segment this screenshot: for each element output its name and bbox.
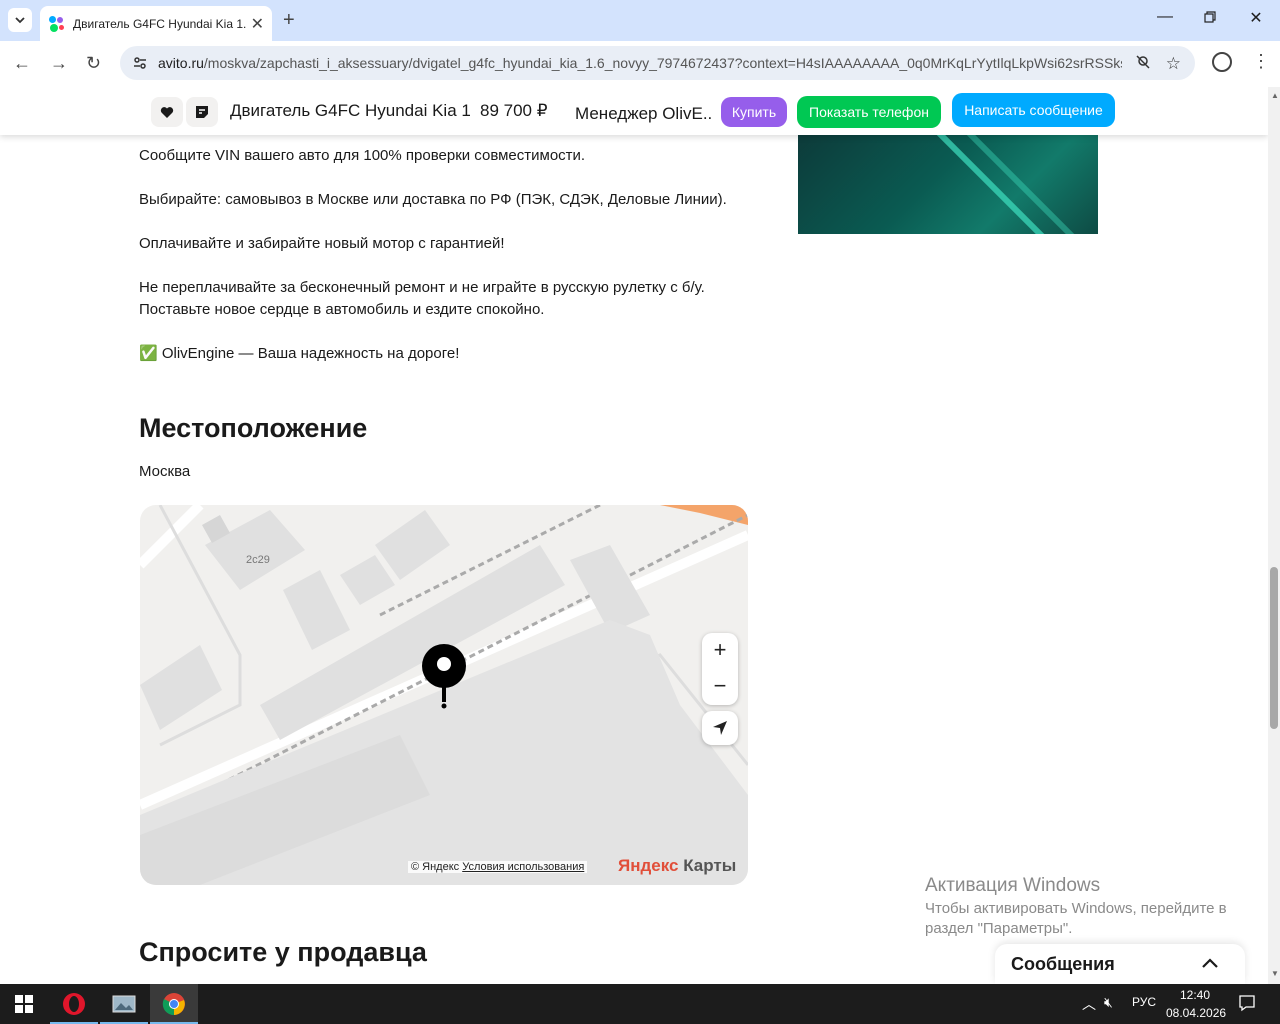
taskbar-chrome[interactable]	[150, 984, 198, 1024]
geolocate-button[interactable]	[702, 711, 738, 745]
favorite-button[interactable]	[151, 97, 183, 127]
tab-title: Двигатель G4FC Hyundai Kia 1.	[73, 16, 247, 31]
activation-title: Активация Windows	[925, 875, 1101, 896]
profile-icon[interactable]	[1212, 52, 1232, 72]
tracking-off-icon[interactable]	[1135, 54, 1151, 75]
browser-titlebar: Двигатель G4FC Hyundai Kia 1. ✕ + — ✕	[0, 0, 1280, 41]
description-line: ✅ OlivEngine — Ваша надежность на дороге…	[139, 345, 460, 362]
more-menu-icon[interactable]: ⋮	[1252, 51, 1270, 72]
browser-tab-active[interactable]: Двигатель G4FC Hyundai Kia 1. ✕	[40, 6, 272, 41]
location-heading: Местоположение	[139, 413, 368, 443]
note-button[interactable]	[186, 97, 218, 127]
description-line: Оплачивайте и забирайте новый мотор с га…	[139, 235, 505, 252]
zoom-controls: + −	[702, 633, 738, 705]
messages-widget[interactable]: Сообщения	[995, 944, 1245, 984]
zoom-in-button[interactable]: +	[714, 633, 727, 669]
tray-chevron-up-icon[interactable]: ︿	[1082, 994, 1096, 1014]
location-city: Москва	[139, 463, 191, 480]
scroll-thumb[interactable]	[1270, 567, 1278, 729]
browser-toolbar: ← → ↻ avito.ru/moskva/zapchasti_i_aksess…	[0, 41, 1280, 87]
navigation-arrow-icon	[713, 721, 727, 735]
taskbar-app[interactable]	[100, 984, 148, 1024]
ask-seller-heading: Спросите у продавца	[139, 937, 427, 967]
windows-taskbar: ︿ 🔇︎ РУС 12:40 08.04.2026	[0, 984, 1280, 1024]
activation-line: Чтобы активировать Windows, перейдите в	[925, 900, 1227, 917]
close-window-icon[interactable]: ✕	[1246, 8, 1266, 28]
sticky-header: Двигатель G4FC Hyundai Kia 1... 89 700 ₽…	[0, 87, 1268, 135]
taskbar-opera[interactable]	[50, 984, 98, 1024]
volume-muted-icon[interactable]: 🔇︎	[1104, 994, 1113, 1011]
buy-button[interactable]: Купить	[721, 97, 787, 127]
ad-banner[interactable]	[798, 135, 1098, 234]
sticky-title[interactable]: Двигатель G4FC Hyundai Kia 1...	[230, 101, 470, 121]
tab-close-icon[interactable]: ✕	[251, 14, 264, 34]
map-building-label: 2с29	[246, 554, 270, 566]
url-text[interactable]: avito.ru/moskva/zapchasti_i_aksessuary/d…	[158, 55, 1122, 71]
clock-time[interactable]: 12:40	[1180, 988, 1210, 1002]
description-line: Сообщите VIN вашего авто для 100% провер…	[139, 147, 586, 164]
note-icon	[196, 106, 208, 118]
description-line: Выбирайте: самовывоз в Москве или достав…	[139, 191, 727, 208]
scroll-down-icon[interactable]: ▼	[1271, 969, 1279, 978]
sticky-seller[interactable]: Менеджер OlivE...	[575, 104, 713, 124]
location-pin-icon	[422, 644, 466, 717]
zoom-out-button[interactable]: −	[714, 669, 727, 705]
show-phone-button[interactable]: Показать телефон	[797, 96, 941, 128]
restore-icon[interactable]	[1200, 10, 1220, 28]
chrome-icon	[162, 993, 185, 1016]
site-info-icon[interactable]	[132, 55, 148, 71]
location-map[interactable]: 2с29 + − © Яндекс Условия использования …	[140, 505, 748, 885]
address-bar[interactable]: avito.ru/moskva/zapchasti_i_aksessuary/d…	[120, 46, 1195, 80]
start-button[interactable]	[0, 984, 48, 1024]
avito-favicon-icon	[49, 15, 65, 32]
messages-label: Сообщения	[1011, 953, 1115, 974]
description-line: Поставьте новое сердце в автомобиль и ез…	[139, 301, 545, 318]
sticky-price: 89 700 ₽	[480, 101, 548, 120]
activation-line: раздел "Параметры".	[925, 920, 1073, 937]
scroll-up-icon[interactable]: ▲	[1271, 91, 1279, 100]
clock-date[interactable]: 08.04.2026	[1166, 1006, 1226, 1020]
windows-logo-icon	[15, 995, 33, 1013]
opera-icon	[63, 993, 85, 1015]
photos-app-icon	[112, 995, 136, 1013]
back-icon[interactable]: ←	[13, 53, 31, 74]
bookmark-star-icon[interactable]: ☆	[1166, 54, 1181, 74]
chevron-up-icon[interactable]	[1201, 957, 1219, 969]
notifications-icon[interactable]	[1238, 994, 1256, 1015]
page-content: Двигатель G4FC Hyundai Kia 1... 89 700 ₽…	[0, 87, 1268, 984]
write-message-button[interactable]: Написать сообщение	[952, 93, 1115, 127]
heart-icon	[160, 106, 174, 118]
map-terms-link[interactable]: Условия использования	[462, 861, 584, 873]
new-tab-icon[interactable]: +	[283, 9, 295, 32]
description-line: Не переплачивайте за бесконечный ремонт …	[139, 279, 705, 296]
tab-search-button[interactable]	[8, 8, 32, 32]
map-copyright: © Яндекс Условия использования	[408, 861, 588, 873]
reload-icon[interactable]: ↻	[86, 53, 101, 74]
forward-icon[interactable]: →	[50, 53, 68, 74]
page-scrollbar[interactable]: ▲ ▼	[1268, 87, 1280, 984]
chevron-down-icon	[15, 17, 25, 24]
minimize-icon[interactable]: —	[1155, 8, 1175, 26]
yandex-maps-logo[interactable]: Яндекс Карты	[618, 856, 736, 876]
language-indicator[interactable]: РУС	[1132, 995, 1156, 1009]
